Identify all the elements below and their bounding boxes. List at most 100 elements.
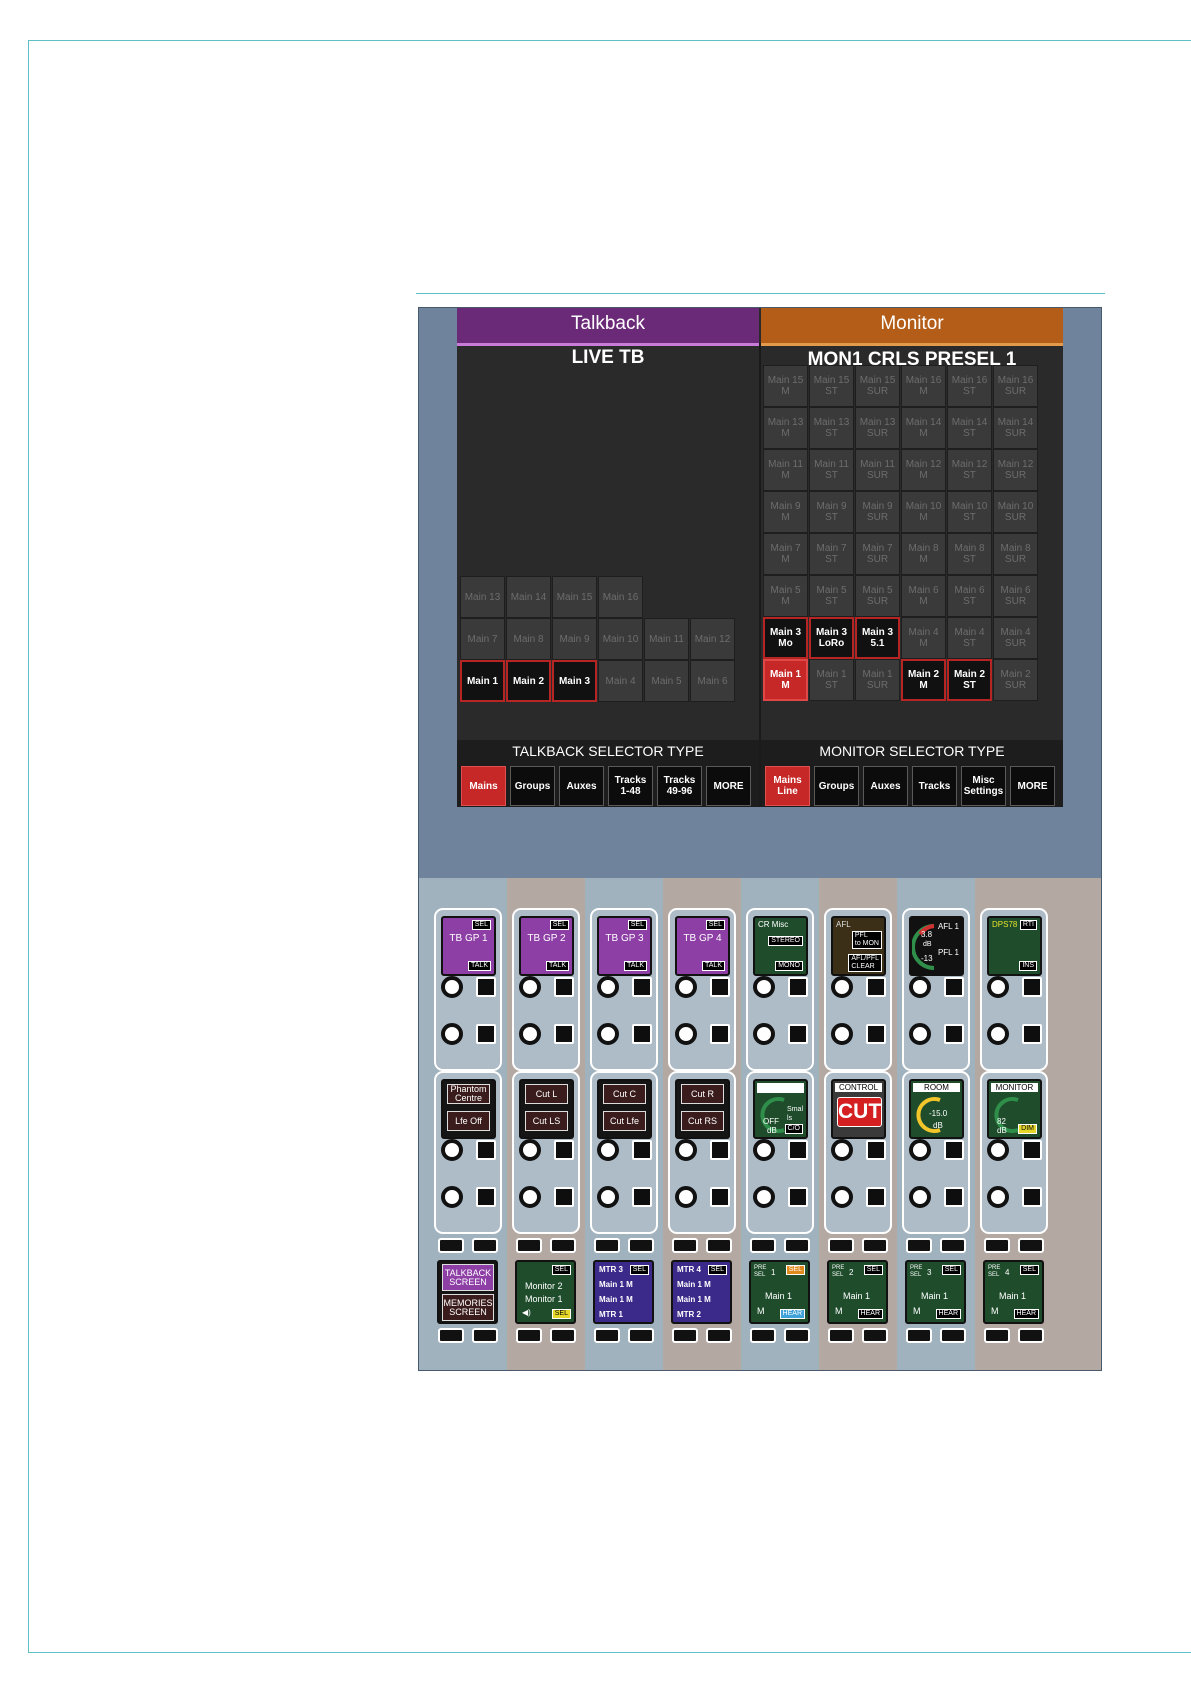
square-key-button[interactable] — [632, 977, 652, 997]
chevron-up-icon[interactable] — [750, 1328, 776, 1343]
square-key-button[interactable] — [554, 1187, 574, 1207]
top-display[interactable]: AFL PFL to MON AFL/PFL CLEAR — [831, 916, 886, 976]
monitor-grid-button[interactable]: Main 7 SUR — [855, 533, 900, 575]
rotary-knob-icon[interactable] — [441, 1023, 463, 1045]
monitor-selector-button[interactable]: Groups — [814, 766, 859, 806]
rotary-knob-icon[interactable] — [987, 1023, 1009, 1045]
rotary-knob-icon[interactable] — [753, 1186, 775, 1208]
rotary-knob-icon[interactable] — [909, 1023, 931, 1045]
monitor-grid-button[interactable]: Main 1 SUR — [855, 659, 900, 701]
top-display[interactable]: SEL TB GP 2 TALK — [519, 916, 574, 976]
chevron-up-icon[interactable] — [472, 1328, 498, 1343]
square-key-button[interactable] — [476, 1024, 496, 1044]
square-key-button[interactable] — [710, 1187, 730, 1207]
square-key-button[interactable] — [710, 1024, 730, 1044]
monitor-grid-button[interactable]: Main 4 SUR — [993, 617, 1038, 659]
rotary-knob-icon[interactable] — [441, 1139, 463, 1161]
talkback-grid-button[interactable]: Main 12 — [690, 618, 735, 660]
chevron-down-icon[interactable] — [828, 1238, 854, 1253]
square-key-button[interactable] — [1022, 1024, 1042, 1044]
monitor-grid-button[interactable]: Main 12 ST — [947, 449, 992, 491]
rotary-knob-icon[interactable] — [519, 1186, 541, 1208]
chevron-down-icon[interactable] — [516, 1238, 542, 1253]
monitor-header[interactable]: Monitor — [761, 308, 1063, 346]
talkback-selector-button[interactable]: MORE — [706, 766, 751, 806]
square-key-button[interactable] — [710, 1140, 730, 1160]
monitor-grid-button[interactable]: Main 6 ST — [947, 575, 992, 617]
monitor-grid-button[interactable]: Main 5 ST — [809, 575, 854, 617]
chevron-down-icon[interactable] — [750, 1238, 776, 1253]
square-key-button[interactable] — [632, 1140, 652, 1160]
monitor-grid-button[interactable]: Main 15 ST — [809, 365, 854, 407]
monitor-selector-button[interactable]: Mains Line — [765, 766, 810, 806]
monitor-grid-button[interactable]: Main 16 ST — [947, 365, 992, 407]
rotary-knob-icon[interactable] — [987, 1186, 1009, 1208]
talkback-grid-button[interactable]: Main 11 — [644, 618, 689, 660]
talkback-grid-button[interactable]: Main 3 — [552, 660, 597, 702]
square-key-button[interactable] — [632, 1187, 652, 1207]
monitor-grid-button[interactable]: Main 6 M — [901, 575, 946, 617]
rotary-knob-icon[interactable] — [441, 976, 463, 998]
monitor-grid-button[interactable]: Main 16 M — [901, 365, 946, 407]
top-display[interactable]: SEL TB GP 3 TALK — [597, 916, 652, 976]
bottom-display[interactable]: PRE SEL 3 SEL Main 1 M HEAR — [905, 1260, 966, 1324]
mid-display[interactable]: Phantom Centre Lfe Off — [441, 1079, 496, 1139]
chevron-up-icon[interactable] — [1018, 1328, 1044, 1343]
rotary-knob-icon[interactable] — [597, 1186, 619, 1208]
chevron-down-icon[interactable] — [550, 1238, 576, 1253]
rotary-knob-icon[interactable] — [675, 976, 697, 998]
mid-display[interactable]: CONTROL CUT — [831, 1079, 886, 1139]
chevron-up-icon[interactable] — [672, 1328, 698, 1343]
rotary-knob-icon[interactable] — [597, 976, 619, 998]
top-display[interactable]: SEL TB GP 1 TALK — [441, 916, 496, 976]
talkback-grid-button[interactable]: Main 5 — [644, 660, 689, 702]
talkback-grid-button[interactable]: Main 9 — [552, 618, 597, 660]
talkback-grid-button[interactable]: Main 4 — [598, 660, 643, 702]
bottom-display[interactable]: MTR 3 SEL Main 1 M Main 1 M MTR 1 — [593, 1260, 654, 1324]
rotary-knob-icon[interactable] — [831, 1023, 853, 1045]
talkback-grid-button[interactable]: Main 16 — [598, 576, 643, 618]
square-key-button[interactable] — [476, 977, 496, 997]
monitor-grid-button[interactable]: Main 3 LoRo — [809, 617, 854, 659]
chevron-up-icon[interactable] — [984, 1328, 1010, 1343]
monitor-selector-button[interactable]: Misc Settings — [961, 766, 1006, 806]
monitor-grid-button[interactable]: Main 10 SUR — [993, 491, 1038, 533]
bottom-display[interactable]: PRE SEL 4 SEL Main 1 M HEAR — [983, 1260, 1044, 1324]
monitor-grid-button[interactable]: Main 3 Mo — [763, 617, 808, 659]
bottom-display[interactable]: PRE SEL 1 SEL Main 1 M HEAR — [749, 1260, 810, 1324]
mid-display[interactable]: MONITOR 82 dB DIM — [987, 1079, 1042, 1139]
rotary-knob-icon[interactable] — [987, 976, 1009, 998]
chevron-down-icon[interactable] — [706, 1238, 732, 1253]
rotary-knob-icon[interactable] — [909, 976, 931, 998]
monitor-grid-button[interactable]: Main 10 M — [901, 491, 946, 533]
rotary-knob-icon[interactable] — [675, 1186, 697, 1208]
monitor-grid-button[interactable]: Main 8 M — [901, 533, 946, 575]
monitor-selector-button[interactable]: MORE — [1010, 766, 1055, 806]
monitor-grid-button[interactable]: Main 9 SUR — [855, 491, 900, 533]
square-key-button[interactable] — [554, 977, 574, 997]
monitor-grid-button[interactable]: Main 9 M — [763, 491, 808, 533]
talkback-grid-button[interactable]: Main 14 — [506, 576, 551, 618]
square-key-button[interactable] — [944, 1024, 964, 1044]
square-key-button[interactable] — [710, 977, 730, 997]
monitor-grid-button[interactable]: Main 12 M — [901, 449, 946, 491]
monitor-grid-button[interactable]: Main 14 ST — [947, 407, 992, 449]
monitor-grid-button[interactable]: Main 6 SUR — [993, 575, 1038, 617]
bottom-display[interactable]: TALKBACK SCREEN MEMORIES SCREEN — [437, 1260, 498, 1324]
monitor-grid-button[interactable]: Main 15 SUR — [855, 365, 900, 407]
square-key-button[interactable] — [554, 1140, 574, 1160]
monitor-grid-button[interactable]: Main 13 SUR — [855, 407, 900, 449]
square-key-button[interactable] — [944, 977, 964, 997]
square-key-button[interactable] — [866, 1187, 886, 1207]
monitor-grid-button[interactable]: Main 14 SUR — [993, 407, 1038, 449]
top-display[interactable]: CR Misc STEREO MONO — [753, 916, 808, 976]
chevron-up-icon[interactable] — [516, 1328, 542, 1343]
chevron-down-icon[interactable] — [984, 1238, 1010, 1253]
square-key-button[interactable] — [1022, 1187, 1042, 1207]
talkback-selector-button[interactable]: Tracks 1-48 — [608, 766, 653, 806]
square-key-button[interactable] — [788, 1024, 808, 1044]
mid-display[interactable]: Cut R Cut RS — [675, 1079, 730, 1139]
square-key-button[interactable] — [476, 1187, 496, 1207]
monitor-grid-button[interactable]: Main 3 5.1 — [855, 617, 900, 659]
chevron-up-icon[interactable] — [828, 1328, 854, 1343]
